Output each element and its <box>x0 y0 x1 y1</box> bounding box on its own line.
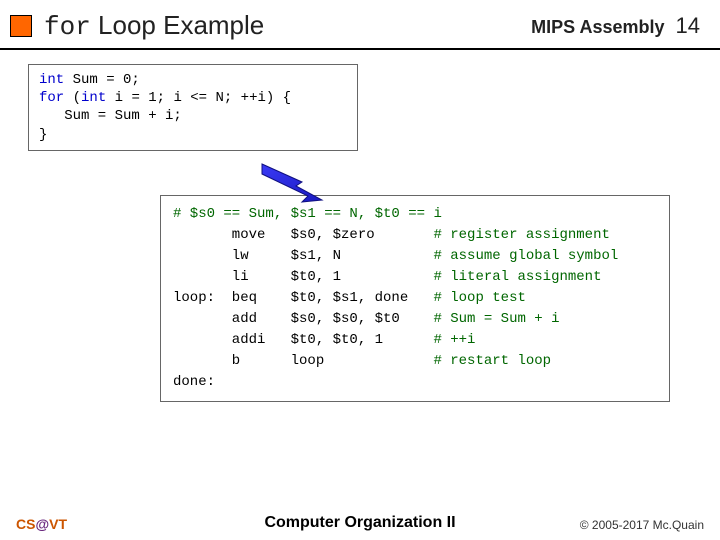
c-kw-int: int <box>39 72 64 88</box>
asm-l6c: # ++i <box>433 332 475 348</box>
asm-l4a: loop: beq $t0, $s1, done <box>173 290 433 306</box>
arrow-icon <box>260 162 340 206</box>
asm-l2c: # assume global symbol <box>433 248 618 264</box>
c-kw-int2: int <box>81 90 106 106</box>
footer-left-post: VT <box>49 516 67 532</box>
asm-l4c: # loop test <box>433 290 525 306</box>
asm-l6a: addi $t0, $t0, 1 <box>173 332 433 348</box>
asm-l3a: li $t0, 1 <box>173 269 433 285</box>
header-right: MIPS Assembly 14 <box>531 13 700 39</box>
asm-l1a: move $s0, $zero <box>173 227 433 243</box>
asm-code-box: # $s0 == Sum, $s1 == N, $t0 == i move $s… <box>160 195 670 402</box>
asm-l7c: # restart loop <box>433 353 551 369</box>
c-line3: Sum = Sum + i; <box>39 108 182 124</box>
footer-left-pre: CS <box>16 516 35 532</box>
asm-l7a: b loop <box>173 353 433 369</box>
title-rest: Loop Example <box>91 10 264 40</box>
footer-left: CS@VT <box>16 516 67 532</box>
asm-l2a: lw $s1, N <box>173 248 433 264</box>
asm-l5a: add $s0, $s0, $t0 <box>173 311 433 327</box>
header-right-label: MIPS Assembly <box>531 17 664 37</box>
slide-title: for Loop Example <box>44 10 531 42</box>
footer-right: © 2005-2017 Mc.Quain <box>580 518 704 532</box>
asm-l3c: # literal assignment <box>433 269 601 285</box>
slide-header: for Loop Example MIPS Assembly 14 <box>0 0 720 50</box>
at-icon: @ <box>35 516 49 532</box>
asm-l1c: # register assignment <box>433 227 609 243</box>
asm-l0: # $s0 == Sum, $s1 == N, $t0 == i <box>173 206 442 222</box>
title-code-prefix: for <box>44 12 91 42</box>
page-number: 14 <box>676 13 700 38</box>
c-kw-for: for <box>39 90 64 106</box>
c-line2-mid: ( <box>64 90 81 106</box>
slide: for Loop Example MIPS Assembly 14 int Su… <box>0 0 720 540</box>
slide-footer: CS@VT Computer Organization II © 2005-20… <box>0 516 720 532</box>
asm-l5c: # Sum = Sum + i <box>433 311 559 327</box>
c-line1-rest: Sum = 0; <box>64 72 140 88</box>
c-code-box: int Sum = 0; for (int i = 1; i <= N; ++i… <box>28 64 358 151</box>
asm-l8: done: <box>173 374 215 390</box>
footer-center: Computer Organization II <box>264 514 455 532</box>
bullet-square-icon <box>10 15 32 37</box>
c-line4: } <box>39 127 47 143</box>
c-line2-rest: i = 1; i <= N; ++i) { <box>106 90 291 106</box>
